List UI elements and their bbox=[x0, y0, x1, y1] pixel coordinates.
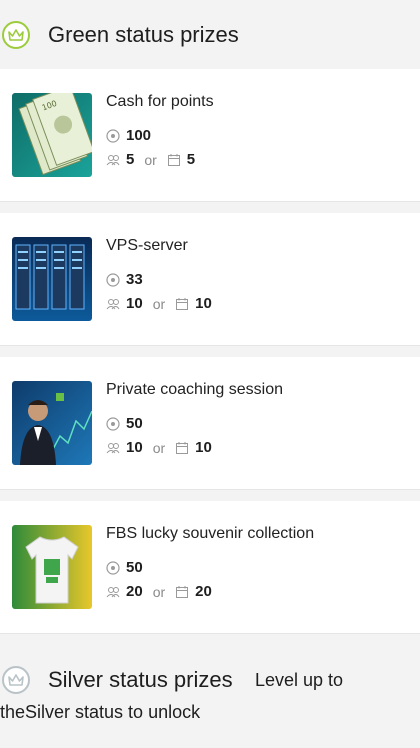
or-label: or bbox=[152, 439, 166, 456]
referrals-value: 10 bbox=[126, 439, 143, 456]
referrals-icon bbox=[106, 585, 120, 599]
prize-image-cash: 100 bbox=[12, 93, 92, 177]
prize-image-souvenir bbox=[12, 525, 92, 609]
points-icon bbox=[106, 416, 120, 431]
prize-title: VPS-server bbox=[106, 237, 188, 254]
requirements-row: 10 or 10 bbox=[106, 439, 212, 456]
prize-card-souvenir[interactable]: FBS lucky souvenir collection 50 20 or 2… bbox=[0, 501, 420, 633]
or-label: or bbox=[144, 151, 157, 168]
or-label: or bbox=[152, 295, 166, 312]
calendar-icon bbox=[175, 585, 189, 599]
prize-title: FBS lucky souvenir collection bbox=[106, 525, 315, 542]
prize-title: Private coaching session bbox=[106, 381, 283, 398]
points-value: 50 bbox=[126, 415, 143, 432]
unlock-note-line2: theSilver status to unlock bbox=[0, 702, 201, 722]
points-value: 100 bbox=[126, 127, 152, 144]
days-value: 10 bbox=[195, 439, 212, 456]
points-row: 33 bbox=[106, 271, 143, 288]
requirements-row: 5 or 5 bbox=[106, 151, 195, 168]
referrals-icon bbox=[106, 441, 120, 455]
requirements-row: 20 or 20 bbox=[106, 583, 212, 600]
calendar-icon bbox=[167, 153, 181, 167]
prize-image-coaching bbox=[12, 381, 92, 465]
points-row: 100 bbox=[106, 127, 151, 144]
calendar-icon bbox=[175, 441, 189, 455]
points-icon bbox=[106, 272, 120, 287]
prize-image-vps bbox=[12, 237, 92, 321]
referrals-value: 20 bbox=[126, 583, 143, 600]
days-value: 20 bbox=[195, 583, 212, 600]
referrals-value: 10 bbox=[126, 295, 143, 312]
silver-section-title: Silver status prizes bbox=[48, 667, 233, 692]
crown-icon-silver bbox=[2, 666, 30, 694]
points-icon bbox=[106, 128, 120, 143]
points-row: 50 bbox=[106, 415, 143, 432]
prize-card-vps[interactable]: VPS-server 33 10 or 10 bbox=[0, 213, 420, 345]
section-title: Green status prizes bbox=[48, 22, 239, 47]
referrals-icon bbox=[106, 153, 120, 167]
days-value: 10 bbox=[195, 295, 212, 312]
prize-card-coaching[interactable]: Private coaching session 50 10 or 10 bbox=[0, 357, 420, 489]
points-icon bbox=[106, 560, 120, 575]
points-value: 33 bbox=[126, 271, 143, 288]
points-value: 50 bbox=[126, 559, 143, 576]
points-row: 50 bbox=[106, 559, 143, 576]
or-label: or bbox=[152, 583, 166, 600]
unlock-note-line1: Level up to bbox=[255, 670, 344, 690]
prize-card-cash[interactable]: 100 Cash for points 100 5 or 5 bbox=[0, 69, 420, 201]
calendar-icon bbox=[175, 297, 189, 311]
days-value: 5 bbox=[186, 151, 196, 168]
crown-icon bbox=[2, 21, 30, 49]
prize-title: Cash for points bbox=[106, 93, 214, 110]
requirements-row: 10 or 10 bbox=[106, 295, 212, 312]
referrals-value: 5 bbox=[126, 151, 135, 168]
green-section-header: Green status prizes bbox=[0, 0, 420, 70]
referrals-icon bbox=[106, 297, 120, 311]
